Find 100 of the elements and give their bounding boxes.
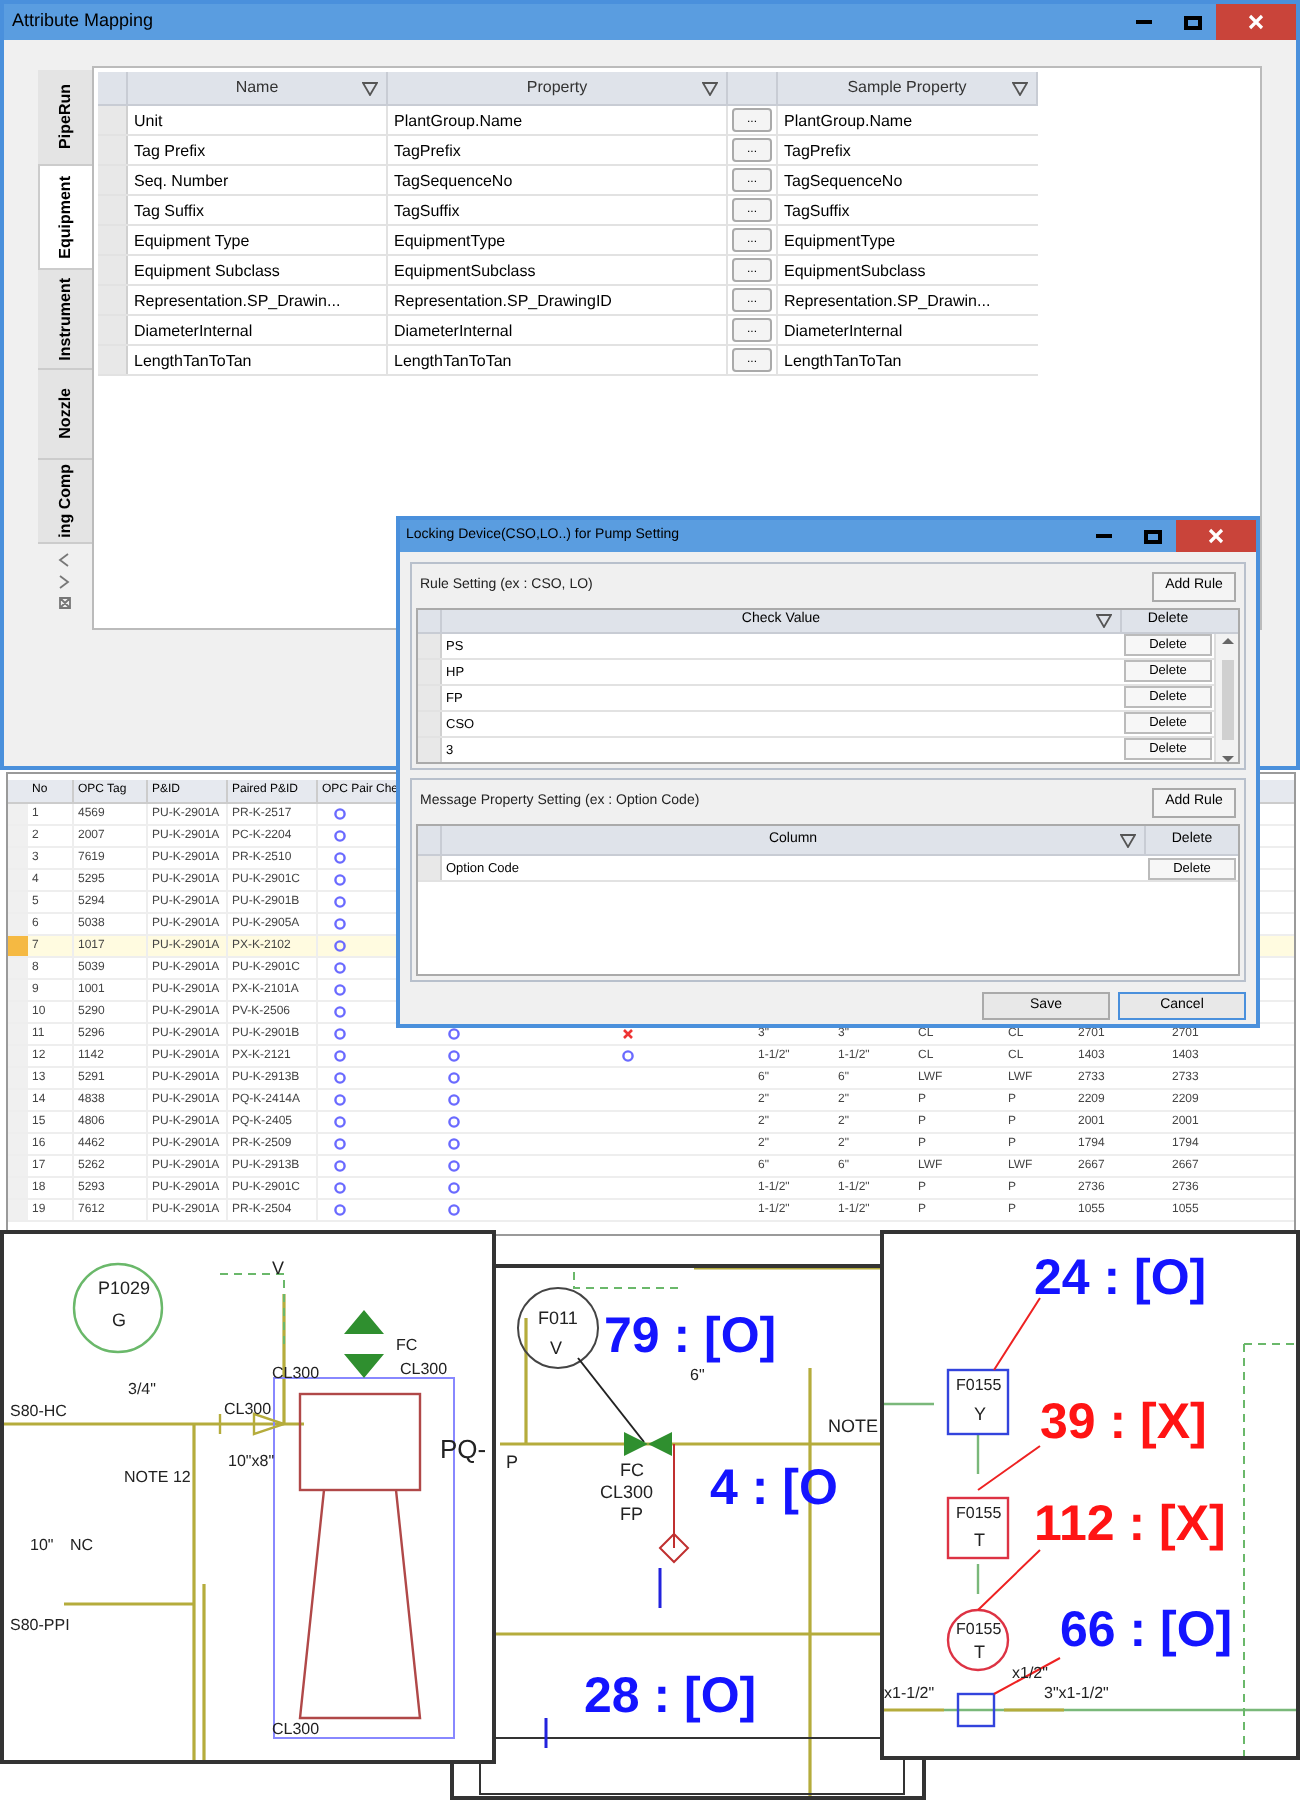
table-cell: DiameterInternal: [388, 316, 728, 344]
filter-icon[interactable]: [362, 81, 378, 95]
drawing-label: 6": [690, 1366, 705, 1384]
window-title: Attribute Mapping: [12, 8, 154, 35]
table-cell: LengthTanToTan: [128, 346, 388, 374]
row-header[interactable]: [418, 856, 442, 880]
side-tab[interactable]: Instrument: [38, 270, 92, 370]
drawing-label: x1-1/2": [884, 1684, 935, 1702]
drawing-label: CL300: [272, 1720, 320, 1738]
drawing-label: CL300: [400, 1360, 448, 1378]
table-cell-text: EquipmentSubclass: [782, 260, 928, 284]
close-icon[interactable]: [58, 596, 72, 612]
drawing-label: T: [974, 1642, 985, 1662]
result-label: 66 : [O]: [1060, 1602, 1233, 1658]
row-header[interactable]: [98, 136, 128, 164]
column-header[interactable]: Property: [388, 72, 728, 104]
row-header[interactable]: [418, 659, 442, 683]
column-header[interactable]: Sample Property: [778, 72, 1038, 104]
column-header[interactable]: Name: [128, 72, 388, 104]
table-cell-text: TagSuffix: [782, 200, 852, 224]
result-label: 79 : [O]: [604, 1308, 777, 1364]
row-header[interactable]: [418, 685, 442, 709]
row-header[interactable]: [98, 286, 128, 314]
drawing-label: CL300: [600, 1482, 654, 1502]
table-cell: TagSequenceNo: [388, 166, 728, 194]
table-cell-text: EquipmentType: [782, 230, 898, 254]
result-label: 28 : [O]: [584, 1668, 757, 1724]
drawing-label: Y: [974, 1404, 987, 1424]
table-cell-text: PlantGroup.Name: [782, 110, 915, 134]
drawing-label: 3"x1-1/2": [1044, 1684, 1109, 1702]
table-cell-text: LengthTanToTan: [782, 350, 904, 374]
result-label: 39 : [X]: [1040, 1394, 1207, 1450]
drawing-label: 10"x8": [228, 1452, 275, 1470]
drawing-label: G: [112, 1310, 127, 1330]
table-cell: EquipmentType: [388, 226, 728, 254]
drawing-label: F0155: [956, 1376, 1002, 1394]
close-icon: [1248, 14, 1264, 30]
row-header[interactable]: [98, 166, 128, 194]
filter-icon[interactable]: [702, 81, 718, 95]
drawing-label: F011: [538, 1308, 578, 1328]
result-label: 112 : [X]: [1034, 1496, 1226, 1552]
drawing-label: NC: [70, 1536, 94, 1554]
close-button[interactable]: [1216, 4, 1296, 40]
drawing-label: F0155: [956, 1620, 1002, 1638]
row-header[interactable]: [8, 914, 28, 934]
row-header[interactable]: [418, 737, 442, 761]
table-cell-text: Representation.SP_Drawin...: [782, 290, 993, 314]
drawing-label: CL300: [224, 1400, 272, 1418]
drawing-label: S80-HC: [10, 1402, 67, 1420]
table-cell-text: DiameterInternal: [782, 320, 905, 344]
filter-icon[interactable]: [1012, 81, 1028, 95]
table-cell: Representation.SP_Drawin...: [128, 286, 388, 314]
row-header[interactable]: [98, 346, 128, 374]
row-header[interactable]: [418, 711, 442, 735]
row-header[interactable]: [8, 936, 28, 956]
result-label: 24 : [O]: [1034, 1250, 1207, 1306]
side-tab[interactable]: Nozzle: [38, 370, 92, 460]
table-cell: DiameterInternal: [128, 316, 388, 344]
row-header[interactable]: [98, 106, 128, 134]
row-header[interactable]: [8, 1200, 28, 1220]
table-cell: TagSuffix: [388, 196, 728, 224]
filter-icon[interactable]: [1120, 833, 1136, 847]
row-header[interactable]: [98, 226, 128, 254]
table-cell: Equipment Subclass: [128, 256, 388, 284]
drawing-label: P1029: [98, 1278, 151, 1298]
drawing-label: FC: [620, 1460, 644, 1480]
drawing-label: V: [550, 1338, 563, 1358]
drawing-label: P: [506, 1452, 519, 1472]
drawing-label: FP: [620, 1504, 644, 1524]
table-cell: Tag Suffix: [128, 196, 388, 224]
drawing-label: PQ-: [440, 1434, 487, 1464]
drawing-label: V: [272, 1258, 285, 1278]
side-tab[interactable]: Equipment: [38, 166, 92, 270]
row-header[interactable]: [418, 633, 442, 657]
drawing-label: 10": [30, 1536, 54, 1554]
row-header[interactable]: [98, 196, 128, 224]
side-tab[interactable]: PipeRun: [38, 70, 92, 166]
table-cell: TagPrefix: [388, 136, 728, 164]
table-cell-text: TagSequenceNo: [782, 170, 905, 194]
filter-icon[interactable]: [1096, 613, 1112, 628]
drawing-label: NOTE 12: [124, 1468, 191, 1486]
close-icon: [1208, 528, 1224, 544]
table-cell: EquipmentSubclass: [388, 256, 728, 284]
row-header[interactable]: [8, 804, 28, 824]
drawing-label: T: [974, 1530, 985, 1550]
row-header[interactable]: [98, 316, 128, 344]
row-header[interactable]: [98, 256, 128, 284]
drawing-label: CL300: [272, 1364, 320, 1382]
table-cell: Unit: [128, 106, 388, 134]
table-cell: PlantGroup.Name: [388, 106, 728, 134]
table-cell: Equipment Type: [128, 226, 388, 254]
close-button[interactable]: [1176, 520, 1256, 552]
row-header[interactable]: [8, 958, 28, 978]
drawing-label: NOTE: [828, 1416, 879, 1436]
drawing-label: S80-PPI: [10, 1616, 70, 1634]
table-cell-text: TagPrefix: [782, 140, 853, 164]
table-cell: LengthTanToTan: [388, 346, 728, 374]
side-tab[interactable]: ing Comp: [38, 460, 92, 544]
scrollbar[interactable]: [1214, 633, 1238, 762]
table-cell: Tag Prefix: [128, 136, 388, 164]
